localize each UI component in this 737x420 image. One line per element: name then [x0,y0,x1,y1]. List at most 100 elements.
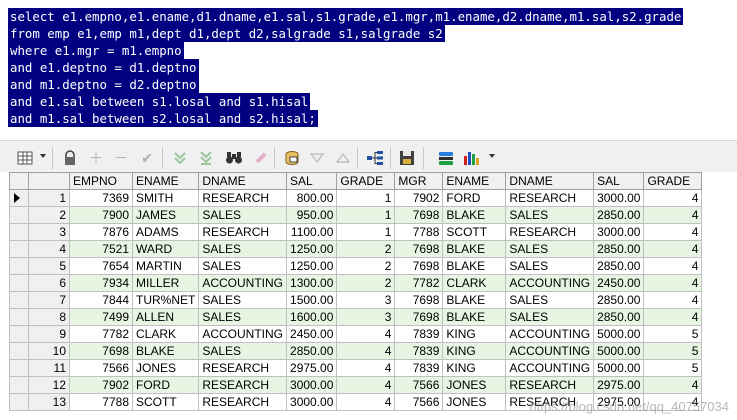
table-cell[interactable]: SALES [198,240,288,258]
table-cell[interactable]: ACCOUNTING [505,342,595,360]
column-header[interactable]: DNAME [505,172,595,190]
table-cell[interactable]: ACCOUNTING [198,325,288,343]
chevron-down-icon[interactable] [40,154,46,158]
table-cell[interactable]: ALLEN [131,308,200,326]
table-cell[interactable]: 7698 [394,257,444,275]
table-cell[interactable]: 7788 [394,223,444,241]
table-cell[interactable]: 3000.00 [593,189,645,207]
row-number[interactable]: 6 [28,274,70,292]
row-indicator[interactable] [9,325,29,343]
table-cell[interactable]: ACCOUNTING [198,274,288,292]
table-cell[interactable]: 4 [643,223,703,241]
results-grid[interactable]: EMPNO ENAME DNAME SAL GRADE MGR ENAME DN… [0,172,737,420]
row-number[interactable]: 3 [28,223,70,241]
table-cell[interactable]: ACCOUNTING [505,325,595,343]
table-cell[interactable]: 2 [336,257,396,275]
table-cell[interactable]: CLARK [131,325,200,343]
table-cell[interactable]: 7566 [394,393,444,411]
table-row[interactable]: 5 7654 MARTIN SALES 1250.00 2 7698 BLAKE SALES 28… [9,257,703,275]
table-cell[interactable]: 4 [336,393,396,411]
table-row[interactable]: 8 7499 ALLEN SALES 1600.00 3 7698 BLAKE SALES 285… [9,308,703,326]
row-indicator[interactable] [9,342,29,360]
table-cell[interactable]: RESEARCH [505,189,595,207]
table-cell[interactable]: ACCOUNTING [505,274,595,292]
table-cell[interactable]: 2975.00 [593,376,645,394]
chart-icon[interactable] [461,148,481,168]
table-cell[interactable]: 3000.00 [286,393,338,411]
table-cell[interactable]: SALES [198,308,288,326]
table-cell[interactable]: 2 [336,240,396,258]
row-number[interactable]: 13 [28,393,70,411]
column-header[interactable]: GRADE [643,172,703,190]
table-row[interactable]: 10 7698 BLAKE SALES 2850.00 4 7839 KING ACCOUNTI… [9,342,703,360]
row-number[interactable]: 2 [28,206,70,224]
table-cell[interactable]: WARD [131,240,200,258]
table-cell[interactable]: 1 [336,223,396,241]
row-indicator[interactable] [9,189,29,207]
table-cell[interactable]: 7698 [394,240,444,258]
column-header[interactable]: SAL [286,172,338,190]
table-cell[interactable]: 7698 [69,342,133,360]
table-cell[interactable]: SALES [505,206,595,224]
table-cell[interactable]: JONES [442,376,507,394]
column-header[interactable]: ENAME [442,172,507,190]
table-cell[interactable]: 2450.00 [286,325,338,343]
chevron-down-icon[interactable] [489,154,495,158]
row-number[interactable]: 5 [28,257,70,275]
table-cell[interactable]: SALES [505,291,595,309]
table-cell[interactable]: 7521 [69,240,133,258]
table-cell[interactable]: 7698 [394,291,444,309]
table-cell[interactable]: 7876 [69,223,133,241]
table-cell[interactable]: 7698 [394,206,444,224]
table-cell[interactable]: SALES [505,308,595,326]
table-cell[interactable]: RESEARCH [505,376,595,394]
table-cell[interactable]: MILLER [131,274,200,292]
table-row[interactable]: 2 7900 JAMES SALES 950.00 1 7698 BLAKE SALES 2850… [9,206,703,224]
filter-icon[interactable] [307,148,327,168]
table-cell[interactable]: FORD [442,189,507,207]
table-cell[interactable]: 3 [336,291,396,309]
table-cell[interactable]: BLAKE [442,291,507,309]
table-cell[interactable]: 2 [336,274,396,292]
table-cell[interactable]: 4 [643,274,703,292]
post-changes-icon[interactable]: ✔ [137,148,157,168]
column-header[interactable]: DNAME [198,172,288,190]
row-number[interactable]: 1 [28,189,70,207]
table-cell[interactable]: KING [442,359,507,377]
column-header[interactable]: ENAME [131,172,200,190]
table-cell[interactable]: CLARK [442,274,507,292]
table-cell[interactable]: 3000.00 [593,223,645,241]
sort-icon[interactable] [333,148,353,168]
row-number[interactable]: 10 [28,342,70,360]
column-header[interactable]: MGR [394,172,444,190]
table-cell[interactable]: SALES [198,257,288,275]
table-cell[interactable]: 4 [643,291,703,309]
sql-editor[interactable]: select e1.empno,e1.ename,d1.dname,e1.sal… [0,0,737,138]
table-row[interactable]: 11 7566 JONES RESEARCH 2975.00 4 7839 KING ACCOU… [9,359,703,377]
table-cell[interactable]: RESEARCH [198,359,288,377]
column-header[interactable]: EMPNO [69,172,133,190]
table-cell[interactable]: SCOTT [131,393,200,411]
row-number[interactable]: 7 [28,291,70,309]
table-cell[interactable]: KING [442,325,507,343]
table-cell[interactable]: 7839 [394,342,444,360]
table-cell[interactable]: 3 [336,308,396,326]
column-header[interactable]: SAL [593,172,645,190]
row-indicator[interactable] [9,274,29,292]
table-row[interactable]: 12 7902 FORD RESEARCH 3000.00 4 7566 JONES RESEA… [9,376,703,394]
table-cell[interactable]: 7839 [394,325,444,343]
table-cell[interactable]: 7844 [69,291,133,309]
table-cell[interactable]: 1100.00 [286,223,338,241]
table-cell[interactable]: 1250.00 [286,240,338,258]
table-cell[interactable]: MARTIN [131,257,200,275]
table-cell[interactable]: 5 [643,342,703,360]
row-indicator[interactable] [9,393,29,411]
table-cell[interactable]: 2450.00 [593,274,645,292]
table-cell[interactable]: 3000.00 [286,376,338,394]
find-icon[interactable] [224,148,244,168]
row-indicator[interactable] [9,240,29,258]
table-cell[interactable]: SALES [198,206,288,224]
table-cell[interactable]: 2850.00 [593,206,645,224]
table-cell[interactable]: SMITH [131,189,200,207]
fetch-next-icon[interactable] [170,148,190,168]
